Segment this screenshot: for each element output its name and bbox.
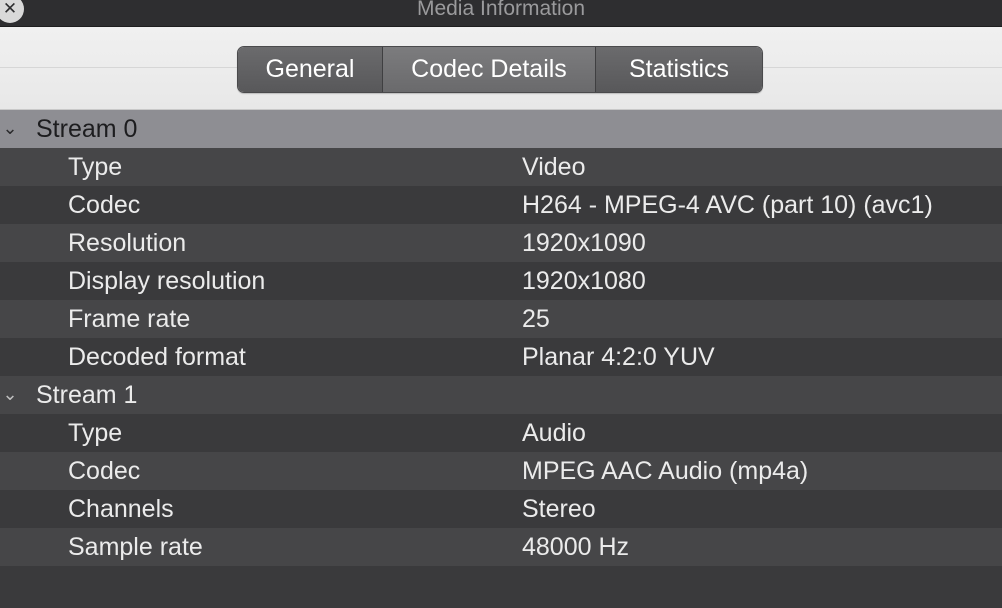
property-row: Display resolution 1920x1080 (0, 262, 1002, 300)
chevron-down-icon[interactable]: ⌄ (0, 376, 20, 414)
property-value: 1920x1090 (522, 229, 646, 257)
title-bar: ✕ Media Information (0, 0, 1002, 27)
property-label: Decoded format (68, 343, 246, 371)
empty-row (0, 566, 1002, 608)
property-row: Codec H264 - MPEG-4 AVC (part 10) (avc1) (0, 186, 1002, 224)
property-value: 25 (522, 305, 550, 333)
stream-row-0[interactable]: ⌄ Stream 0 (0, 110, 1002, 148)
property-row: Resolution 1920x1090 (0, 224, 1002, 262)
property-row: Type Video (0, 148, 1002, 186)
property-value: MPEG AAC Audio (mp4a) (522, 457, 809, 485)
property-label: Codec (68, 191, 141, 219)
property-value: Stereo (522, 495, 596, 523)
property-value: Audio (522, 419, 586, 447)
tab-general[interactable]: General (238, 47, 382, 92)
property-value: Video (522, 153, 586, 181)
property-label: Display resolution (68, 267, 266, 295)
stream-label: Stream 0 (36, 115, 138, 143)
property-value: Planar 4:2:0 YUV (522, 343, 715, 371)
property-label: Codec (68, 457, 141, 485)
property-row: Codec MPEG AAC Audio (mp4a) (0, 452, 1002, 490)
property-label: Type (68, 153, 123, 181)
property-label: Channels (68, 495, 174, 523)
property-label: Sample rate (68, 533, 203, 561)
property-row: Type Audio (0, 414, 1002, 452)
tab-toolbar: General Codec Details Statistics (0, 27, 1002, 110)
property-value: 1920x1080 (522, 267, 646, 295)
property-row: Frame rate 25 (0, 300, 1002, 338)
tab-segmented-control: General Codec Details Statistics (237, 46, 763, 93)
chevron-down-icon[interactable]: ⌄ (0, 110, 20, 148)
tab-statistics[interactable]: Statistics (595, 47, 762, 92)
property-label: Resolution (68, 229, 187, 257)
tab-codec-details[interactable]: Codec Details (382, 47, 595, 92)
property-value: H264 - MPEG-4 AVC (part 10) (avc1) (522, 191, 933, 219)
property-value: 48000 Hz (522, 533, 630, 561)
property-row: Channels Stereo (0, 490, 1002, 528)
property-row: Sample rate 48000 Hz (0, 528, 1002, 566)
property-label: Frame rate (68, 305, 191, 333)
stream-label: Stream 1 (36, 381, 138, 409)
window-title: Media Information (416, 0, 586, 20)
stream-row-1[interactable]: ⌄ Stream 1 (0, 376, 1002, 414)
property-row: Decoded format Planar 4:2:0 YUV (0, 338, 1002, 376)
media-information-window: ✕ Media Information General Codec Detail… (0, 0, 1002, 608)
codec-tree: ⌄ Stream 0 Type Video Codec H264 - MPEG-… (0, 110, 1002, 608)
property-label: Type (68, 419, 123, 447)
